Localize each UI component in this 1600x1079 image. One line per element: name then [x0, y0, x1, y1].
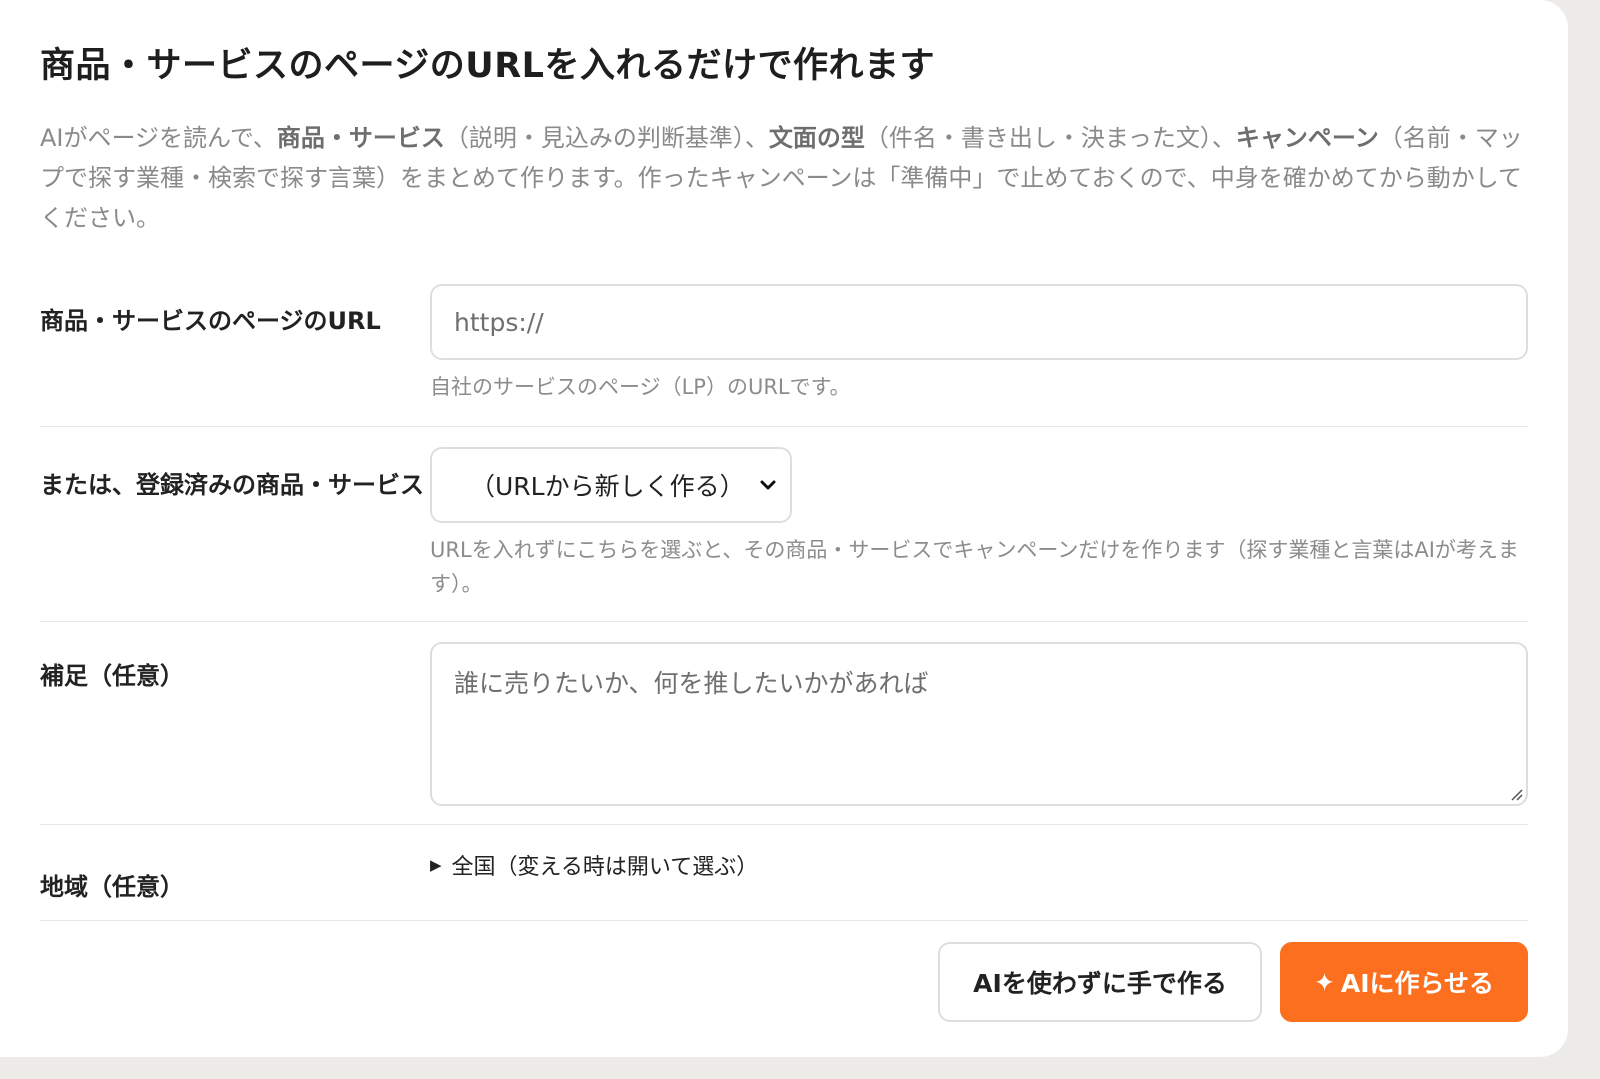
campaign-create-card: 商品・サービスのページのURLを入れるだけで作れます AIがページを読んで、商品…	[0, 0, 1568, 1057]
manual-create-button[interactable]: AIを使わずに手で作る	[938, 942, 1262, 1022]
url-label: 商品・サービスのページのURL	[40, 307, 381, 335]
disclosure-triangle-icon: ▶	[430, 856, 442, 874]
registered-product-row: または、登録済みの商品・サービス （URLから新しく作る） URLを入れずにこち…	[40, 427, 1528, 622]
url-row: 商品・サービスのページのURL 自社のサービスのページ（LP）のURLです。	[40, 284, 1528, 427]
resize-grip-icon[interactable]	[1508, 786, 1524, 802]
page-description: AIがページを読んで、商品・サービス（説明・見込みの判断基準）、文面の型（件名・…	[40, 118, 1530, 238]
region-label: 地域（任意）	[40, 873, 184, 901]
region-disclosure[interactable]: ▶ 全国（変える時は開いて選ぶ）	[430, 849, 1528, 881]
description-bold-product: 商品・サービス	[276, 124, 445, 152]
region-row: 地域（任意） ▶ 全国（変える時は開いて選ぶ）	[40, 825, 1528, 921]
registered-product-field-group: （URLから新しく作る） URLを入れずにこちらを選ぶと、その商品・サービスでキ…	[430, 447, 1528, 601]
description-bold-template: 文面の型	[768, 124, 865, 152]
description-part-1: AIがページを読んで、	[40, 124, 277, 152]
page-title: 商品・サービスのページのURLを入れるだけで作れます	[40, 46, 935, 86]
manual-create-button-label: AIを使わずに手で作る	[973, 969, 1227, 998]
registered-product-label: または、登録済みの商品・サービス	[40, 471, 424, 499]
url-hint: 自社のサービスのページ（LP）のURLです。	[430, 375, 851, 399]
registered-product-selected-value: （URLから新しく作る）	[470, 472, 745, 501]
notes-field-group	[430, 642, 1528, 806]
registered-product-hint: URLを入れずにこちらを選ぶと、その商品・サービスでキャンペーンだけを作ります（…	[430, 538, 1519, 596]
sparkle-icon: ✦	[1313, 967, 1335, 997]
description-part-3: （件名・書き出し・決まった文）、	[864, 124, 1236, 152]
notes-textarea-wrap	[430, 642, 1528, 806]
region-summary: 全国（変える時は開いて選ぶ）	[451, 855, 759, 880]
notes-label: 補足（任意）	[40, 662, 184, 690]
form-actions: AIを使わずに手で作る ✦ AIに作らせる	[938, 942, 1528, 1022]
url-input[interactable]	[430, 284, 1528, 360]
region-field-group: ▶ 全国（変える時は開いて選ぶ）	[430, 849, 1528, 898]
description-part-2: （説明・見込みの判断基準）、	[444, 124, 769, 152]
url-field-group: 自社のサービスのページ（LP）のURLです。	[430, 284, 1528, 404]
notes-textarea[interactable]	[430, 642, 1528, 806]
ai-create-button[interactable]: ✦ AIに作らせる	[1280, 942, 1528, 1022]
registered-product-select[interactable]: （URLから新しく作る）	[430, 447, 792, 523]
ai-create-button-label: AIに作らせる	[1340, 969, 1495, 998]
chevron-down-icon	[760, 480, 776, 490]
description-bold-campaign: キャンペーン	[1235, 124, 1379, 152]
notes-row: 補足（任意）	[40, 622, 1528, 825]
